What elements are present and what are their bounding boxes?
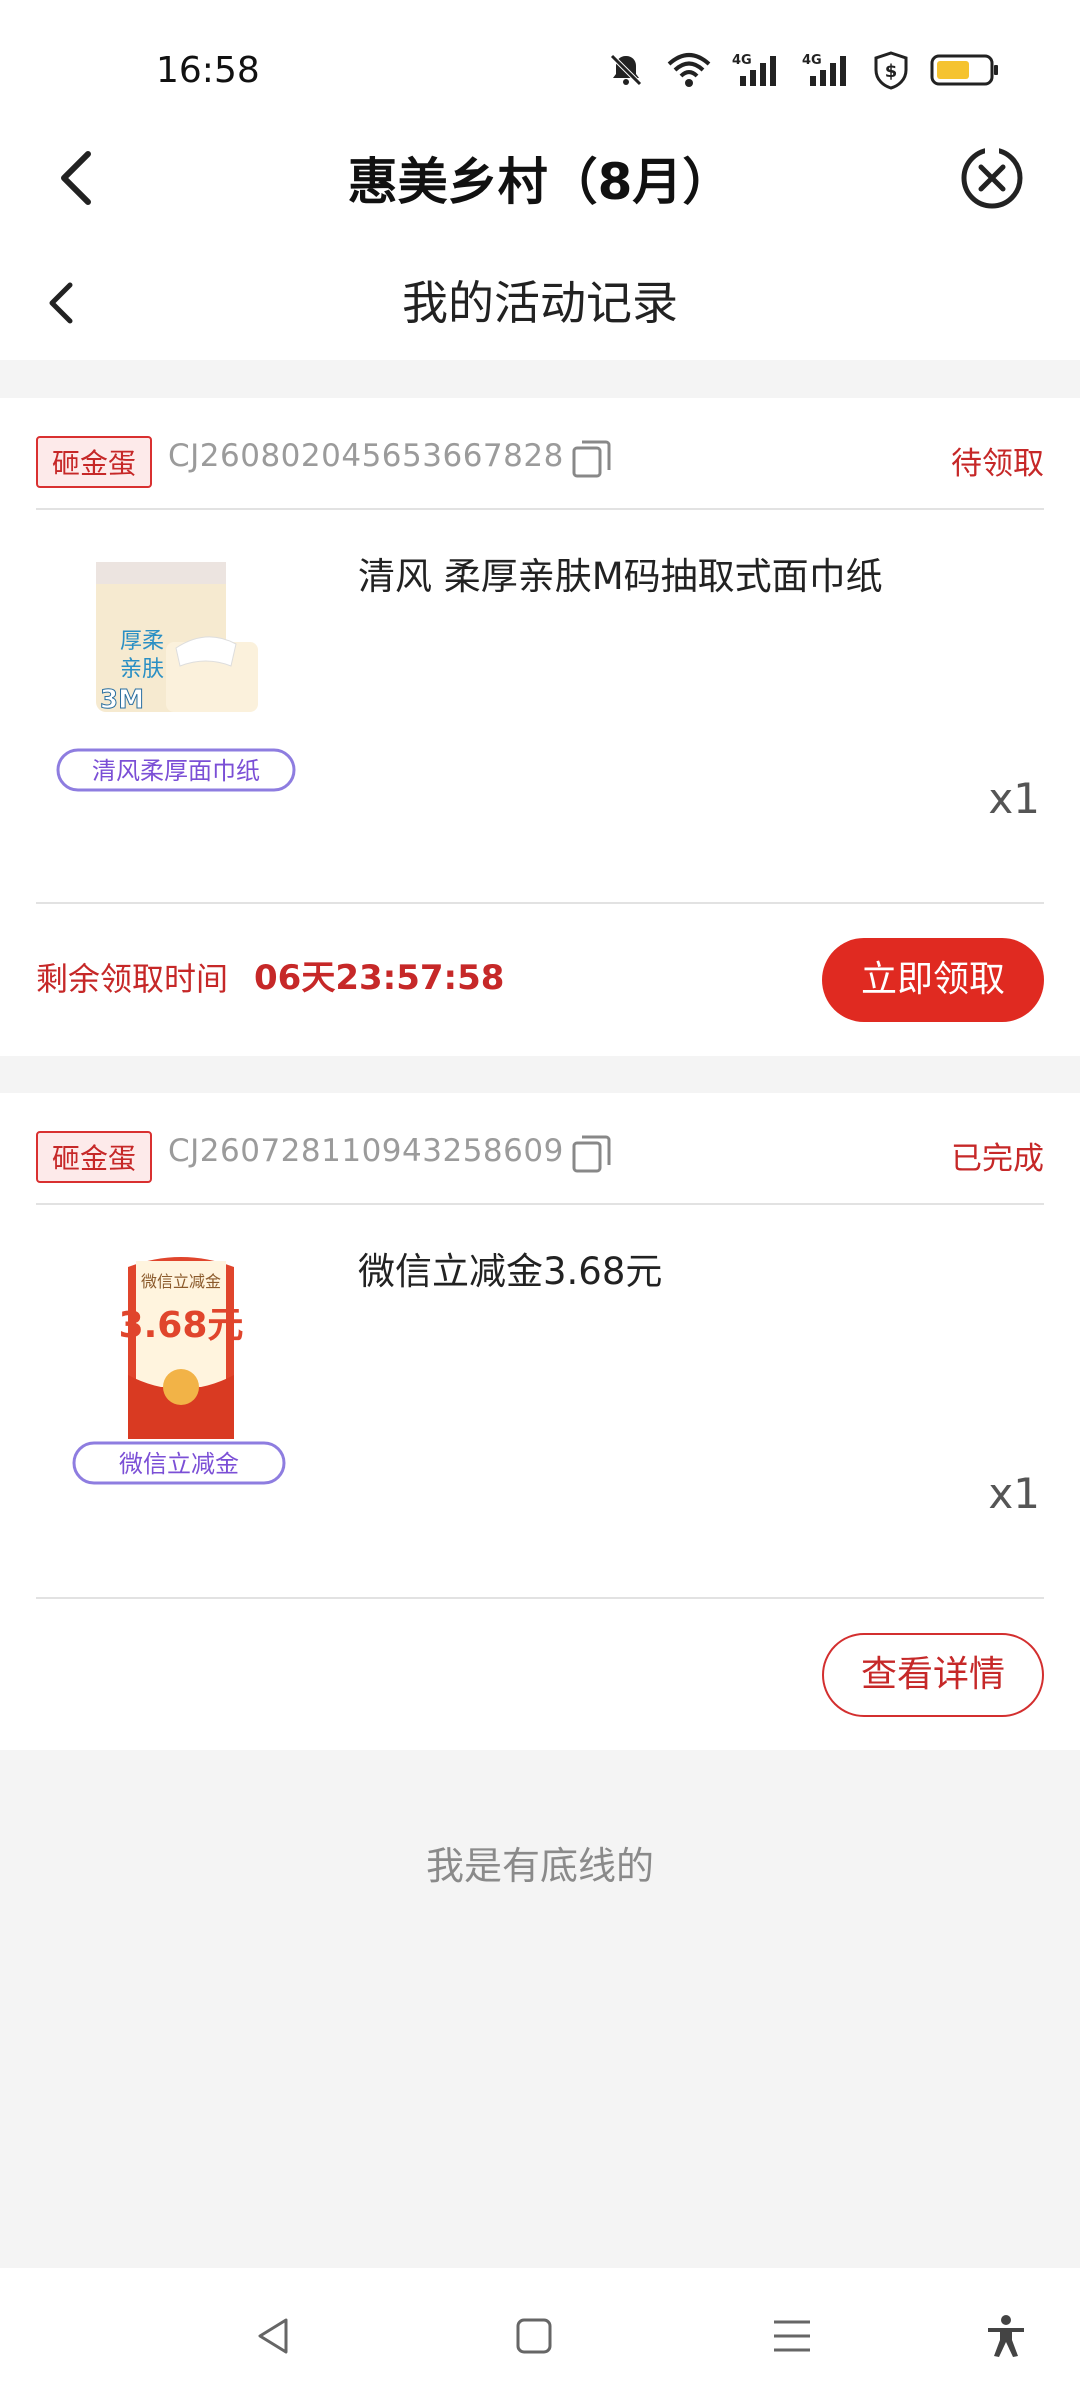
claim-now-button[interactable]: 立即领取 — [822, 938, 1044, 1022]
status-time: 16:58 — [156, 50, 260, 91]
system-nav-bar — [0, 2268, 1080, 2400]
countdown-timer: 06天23:57:58 — [254, 958, 505, 998]
record-card: 砸金蛋 CJ260802045653667828 待领取 厚柔 亲肤 3M 清风… — [0, 398, 1080, 1056]
divider — [36, 902, 1044, 904]
close-icon[interactable] — [952, 138, 1032, 218]
mute-bell-icon — [610, 54, 642, 86]
sub-title: 我的活动记录 — [402, 276, 678, 330]
svg-text:亲肤: 亲肤 — [120, 657, 164, 682]
order-number: CJ260728110943258609 — [168, 1133, 564, 1169]
signal-4g-icon: 4G — [732, 53, 776, 86]
record-card: 砸金蛋 CJ260728110943258609 已完成 微信立减金 3.68元… — [0, 1093, 1080, 1750]
activity-tag: 砸金蛋 — [36, 1131, 153, 1183]
shield-dollar-icon: $ — [874, 51, 908, 90]
quantity: x1 — [988, 774, 1040, 823]
battery-icon — [930, 54, 998, 86]
svg-text:4G: 4G — [732, 53, 752, 68]
product-name: 微信立减金3.68元 — [358, 1250, 663, 1293]
end-of-list-note: 我是有底线的 — [425, 1844, 654, 1888]
quantity: x1 — [988, 1469, 1040, 1518]
tissue-product-image: 厚柔 亲肤 3M 清风柔厚面巾纸 — [56, 562, 296, 792]
nav-home-icon[interactable] — [512, 2314, 556, 2358]
activity-tag: 砸金蛋 — [36, 436, 153, 488]
accessibility-icon[interactable] — [984, 2314, 1028, 2358]
record-status: 已完成 — [951, 1141, 1044, 1177]
status-icons: 4G 4G $ — [606, 50, 1000, 90]
nav-back-icon[interactable] — [252, 2314, 296, 2358]
record-header: 砸金蛋 CJ260802045653667828 待领取 — [36, 398, 1044, 510]
svg-text:清风柔厚面巾纸: 清风柔厚面巾纸 — [92, 757, 260, 785]
wifi-icon — [667, 53, 711, 87]
svg-text:$: $ — [885, 61, 898, 82]
record-status: 待领取 — [951, 446, 1044, 482]
page-title: 惠美乡村（8月） — [347, 153, 733, 211]
nav-menu-icon[interactable] — [770, 2314, 814, 2358]
record-header: 砸金蛋 CJ260728110943258609 已完成 — [36, 1093, 1044, 1205]
svg-text:4G: 4G — [802, 53, 822, 68]
red-envelope-product-image: 微信立减金 3.68元 微信立减金 — [72, 1257, 286, 1485]
svg-text:微信立减金: 微信立减金 — [141, 1272, 221, 1291]
copy-icon[interactable] — [570, 1131, 614, 1175]
svg-text:3M: 3M — [100, 685, 144, 715]
app-bar: 惠美乡村（8月） — [0, 130, 1080, 245]
sub-header: 我的活动记录 — [0, 245, 1080, 360]
view-details-button[interactable]: 查看详情 — [822, 1633, 1044, 1717]
order-number: CJ260802045653667828 — [168, 438, 564, 474]
svg-text:厚柔: 厚柔 — [120, 629, 164, 654]
svg-text:3.68元: 3.68元 — [119, 1305, 244, 1346]
product-name: 清风 柔厚亲肤M码抽取式面巾纸 — [358, 555, 883, 598]
status-bar: 16:58 4G 4G $ — [0, 0, 1080, 130]
divider — [36, 1597, 1044, 1599]
signal-4g-icon-2: 4G — [802, 53, 846, 86]
countdown-label: 剩余领取时间 — [36, 960, 229, 998]
svg-text:微信立减金: 微信立减金 — [119, 1450, 239, 1478]
copy-icon[interactable] — [570, 436, 614, 480]
